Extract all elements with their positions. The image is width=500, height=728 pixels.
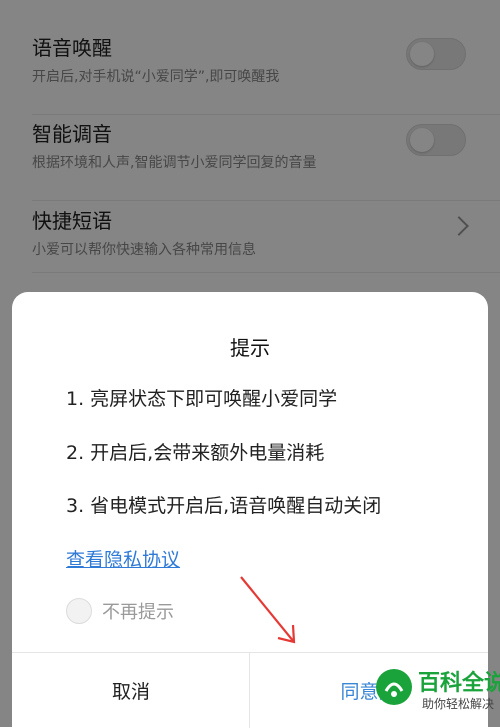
watermark: 百科全说 助你轻松解决 — [374, 665, 500, 719]
dialog-item: 1. 亮屏状态下即可唤醒小爱同学 — [66, 388, 338, 410]
privacy-policy-link[interactable]: 查看隐私协议 — [66, 545, 180, 572]
dialog-item: 3. 省电模式开启后,语音唤醒自动关闭 — [66, 495, 382, 517]
dialog-item: 2. 开启后,会带来额外电量消耗 — [66, 442, 325, 464]
checkbox-circle-icon[interactable] — [66, 598, 92, 624]
red-arrow-annotation-icon — [240, 576, 296, 644]
prompt-dialog: 提示 1. 亮屏状态下即可唤醒小爱同学 2. 开启后,会带来额外电量消耗 3. … — [12, 292, 488, 728]
cancel-button[interactable]: 取消 — [12, 653, 250, 728]
dont-remind-checkbox[interactable]: 不再提示 — [66, 598, 174, 624]
dialog-title: 提示 — [230, 336, 270, 360]
watermark-brand: 百科全说 — [418, 671, 500, 696]
watermark-tagline: 助你轻松解决 — [422, 697, 495, 711]
watermark-logo-icon — [376, 669, 412, 705]
checkbox-label: 不再提示 — [102, 602, 174, 623]
